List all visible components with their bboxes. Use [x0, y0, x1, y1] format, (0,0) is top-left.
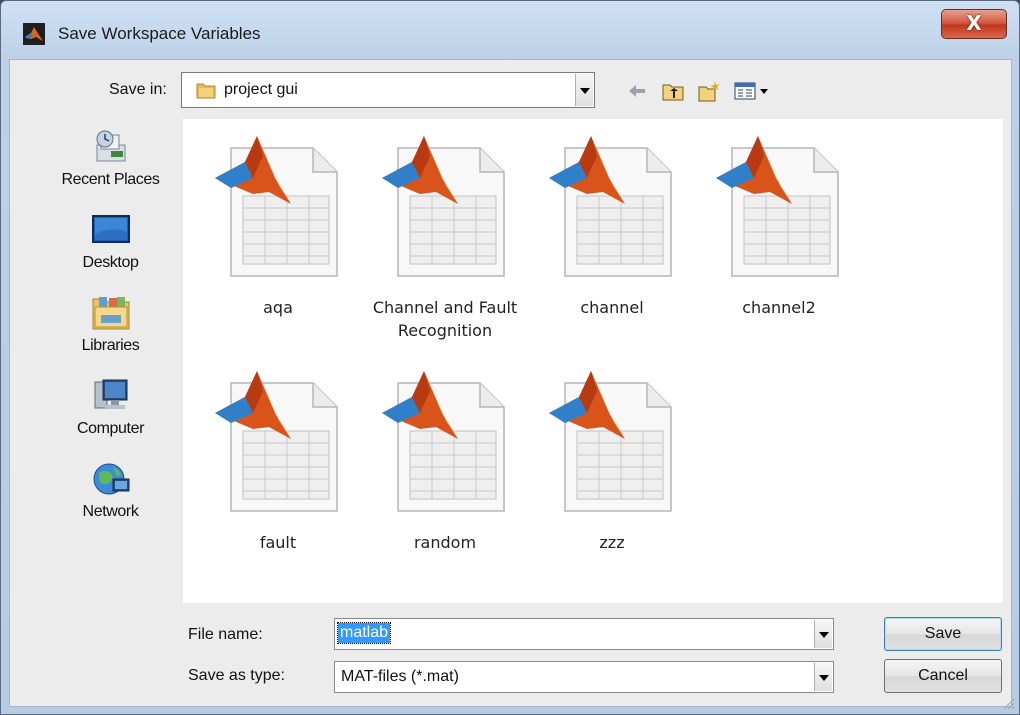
save-button[interactable]: Save	[884, 617, 1002, 651]
mat-file-icon	[382, 371, 505, 512]
file-item[interactable]: random	[370, 359, 510, 569]
file-name: zzz	[599, 533, 625, 552]
new-folder-icon[interactable]	[698, 80, 720, 102]
cancel-button[interactable]: Cancel	[884, 659, 1002, 693]
save-dialog-window: Save Workspace Variables X Save in: proj…	[0, 0, 1020, 715]
file-item[interactable]: aqa	[203, 124, 343, 334]
save-in-folder-value: project gui	[224, 81, 298, 98]
matlab-app-icon	[23, 23, 45, 45]
mat-file-icon	[215, 371, 338, 512]
chevron-down-icon[interactable]	[575, 74, 593, 106]
computer-icon	[94, 379, 127, 409]
up-folder-icon[interactable]	[662, 80, 684, 102]
place-recent-places[interactable]: Recent Places	[43, 119, 178, 195]
file-name: channel	[580, 298, 644, 317]
save-as-type-label: Save as type:	[188, 667, 285, 684]
network-icon	[93, 463, 129, 495]
view-menu-icon[interactable]	[734, 80, 776, 102]
mat-file-icon	[215, 136, 338, 277]
mat-file-icon	[716, 136, 839, 277]
place-label: Network	[82, 503, 139, 520]
save-as-type-select[interactable]: MAT-files (*.mat)	[334, 661, 834, 693]
close-button[interactable]: X	[941, 9, 1007, 39]
file-name: random	[413, 533, 477, 552]
file-name: fault	[259, 533, 297, 552]
place-desktop[interactable]: Desktop	[43, 202, 178, 278]
place-label: Desktop	[82, 254, 139, 271]
back-arrow-icon[interactable]	[626, 80, 648, 102]
file-name-input[interactable]: matlab	[334, 618, 834, 650]
folder-icon	[196, 83, 216, 99]
title-bar[interactable]: Save Workspace Variables X	[1, 1, 1019, 45]
file-list-view[interactable]: aqa Channel and Fault Recognition channe…	[183, 119, 1003, 603]
desktop-icon	[91, 215, 130, 243]
file-item[interactable]: channel2	[704, 124, 844, 334]
save-in-label: Save in:	[109, 81, 167, 98]
file-name: aqa	[263, 298, 293, 317]
save-in-folder-select[interactable]: project gui	[181, 72, 595, 108]
file-item[interactable]: zzz	[537, 359, 677, 569]
mat-file-icon	[549, 371, 672, 512]
file-name-label: File name:	[188, 626, 263, 643]
file-name-value[interactable]: matlab	[336, 622, 392, 644]
resize-grip-icon[interactable]	[1001, 696, 1015, 710]
file-name: Channel and Fault Recognition	[372, 298, 518, 340]
mat-file-icon	[549, 136, 672, 277]
file-item[interactable]: Channel and Fault Recognition	[370, 124, 517, 340]
place-network[interactable]: Network	[43, 451, 178, 527]
chevron-down-icon[interactable]	[814, 663, 832, 691]
recent-places-icon	[96, 130, 125, 162]
save-as-type-value: MAT-files (*.mat)	[341, 668, 459, 685]
window-title: Save Workspace Variables	[58, 24, 261, 43]
file-item[interactable]: channel	[537, 124, 677, 334]
place-libraries[interactable]: Libraries	[43, 285, 178, 361]
chevron-down-icon[interactable]	[814, 620, 832, 648]
place-computer[interactable]: Computer	[43, 368, 178, 444]
place-label: Computer	[76, 420, 145, 437]
places-bar: Recent Places Desktop Libraries Computer…	[43, 119, 178, 549]
place-label: Recent Places	[61, 171, 160, 188]
mat-file-icon	[382, 136, 505, 277]
place-label: Libraries	[81, 337, 140, 354]
file-item[interactable]: fault	[203, 359, 343, 569]
libraries-icon	[92, 297, 129, 330]
file-name: channel2	[742, 298, 816, 317]
